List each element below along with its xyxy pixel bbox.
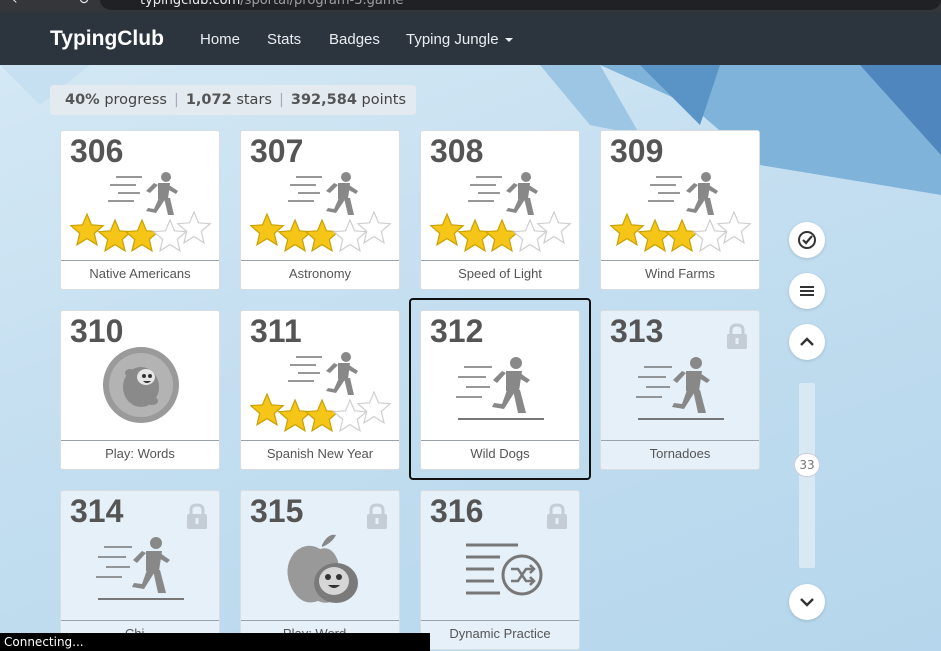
stars-label: stars bbox=[236, 92, 272, 108]
lesson-card-310[interactable]: 310 Play: Words bbox=[60, 310, 220, 470]
menu-button[interactable] bbox=[789, 273, 825, 309]
stats-summary: 40% progress | 1,072 stars | 392,584 points bbox=[50, 85, 416, 115]
browser-toolbar: ‹ ↻ typingclub.com/sportal/program-3.gam… bbox=[0, 0, 941, 12]
lesson-number: 309 bbox=[610, 133, 664, 169]
lock-icon bbox=[726, 323, 748, 353]
star-filled-icon bbox=[664, 218, 700, 253]
chevron-up-icon bbox=[800, 337, 814, 346]
lesson-number: 315 bbox=[250, 493, 304, 529]
back-icon[interactable]: ‹ bbox=[12, 0, 18, 8]
star-filled-icon bbox=[457, 218, 493, 253]
lesson-number: 313 bbox=[610, 313, 664, 349]
lesson-card-308[interactable]: 308 Speed of Light bbox=[420, 130, 580, 290]
progress-value: 40% bbox=[65, 92, 100, 108]
brand-logo[interactable]: TypingClub bbox=[50, 27, 164, 51]
lesson-title: Native Americans bbox=[61, 260, 219, 289]
check-circle-icon bbox=[798, 231, 816, 249]
lesson-title: Spanish New Year bbox=[241, 440, 399, 469]
star-empty-icon bbox=[536, 211, 572, 245]
star-filled-icon bbox=[304, 398, 340, 433]
lesson-number: 308 bbox=[430, 133, 484, 169]
lesson-card-309[interactable]: 309 Wind Farms bbox=[600, 130, 760, 290]
star-filled-icon bbox=[277, 398, 313, 433]
nav-badges[interactable]: Badges bbox=[329, 31, 380, 48]
runner-icon bbox=[636, 347, 726, 431]
star-filled-icon bbox=[250, 392, 285, 427]
scroll-down-button[interactable] bbox=[789, 584, 825, 620]
lesson-card-316[interactable]: 316 Dynamic Practice bbox=[420, 490, 580, 650]
game-bubble-icon bbox=[96, 343, 186, 437]
star-filled-icon bbox=[430, 212, 465, 247]
star-filled-icon bbox=[70, 212, 105, 247]
nav-typing-jungle-label: Typing Jungle bbox=[406, 31, 499, 48]
star-filled-icon bbox=[610, 212, 645, 247]
nav-stats[interactable]: Stats bbox=[267, 31, 301, 48]
star-filled-icon bbox=[637, 218, 673, 253]
caret-down-icon bbox=[504, 38, 513, 43]
lesson-title: Play: Words bbox=[61, 440, 219, 469]
top-navbar: TypingClub Home Stats Badges Typing Jung… bbox=[0, 12, 941, 65]
stars-value: 1,072 bbox=[185, 92, 232, 108]
lesson-number: 311 bbox=[250, 313, 302, 349]
hamburger-icon bbox=[800, 286, 814, 296]
reload-icon[interactable]: ↻ bbox=[78, 0, 90, 8]
star-filled-icon bbox=[304, 218, 340, 253]
star-empty-icon bbox=[176, 211, 212, 245]
lesson-title: Tornadoes bbox=[601, 440, 759, 469]
star-filled-icon bbox=[277, 218, 313, 253]
lesson-title: Dynamic Practice bbox=[421, 620, 579, 649]
star-filled-icon bbox=[250, 212, 285, 247]
scroll-up-button[interactable] bbox=[789, 324, 825, 360]
progress-label: progress bbox=[104, 92, 167, 108]
scroll-position-thumb[interactable]: 33 bbox=[794, 453, 820, 477]
lesson-title: Wind Farms bbox=[601, 260, 759, 289]
lock-icon bbox=[546, 503, 568, 533]
lesson-card-315[interactable]: 315Play: Word... bbox=[240, 490, 400, 650]
star-empty-icon bbox=[716, 211, 752, 245]
runner-icon bbox=[96, 527, 186, 611]
lesson-card-313[interactable]: 313 Tornadoes bbox=[600, 310, 760, 470]
lesson-card-311[interactable]: 311 Spanish New Year bbox=[240, 310, 400, 470]
lesson-title: Speed of Light bbox=[421, 260, 579, 289]
shuffle-icon bbox=[456, 531, 546, 615]
star-filled-icon bbox=[484, 218, 520, 253]
lesson-number: 306 bbox=[70, 133, 124, 169]
selected-lesson-frame bbox=[409, 298, 591, 480]
lesson-card-314[interactable]: 314Chi... bbox=[60, 490, 220, 650]
address-text[interactable]: typingclub.com/sportal/program-3.game bbox=[140, 0, 404, 8]
browser-status-bar: Connecting... bbox=[0, 633, 430, 651]
apple-game-icon bbox=[276, 531, 366, 615]
lesson-card-306[interactable]: 306 Native Americans bbox=[60, 130, 220, 290]
star-filled-icon bbox=[97, 218, 133, 253]
lock-icon bbox=[366, 503, 388, 533]
check-progress-button[interactable] bbox=[789, 222, 825, 258]
star-empty-icon bbox=[356, 211, 392, 245]
lesson-card-307[interactable]: 307 Astronomy bbox=[240, 130, 400, 290]
lesson-number: 307 bbox=[250, 133, 304, 169]
lesson-title: Astronomy bbox=[241, 260, 399, 289]
lesson-number: 314 bbox=[70, 493, 124, 529]
nav-home[interactable]: Home bbox=[200, 31, 240, 48]
lesson-number: 316 bbox=[430, 493, 484, 529]
chevron-down-icon bbox=[800, 598, 814, 607]
star-filled-icon bbox=[124, 218, 160, 253]
star-empty-icon bbox=[356, 391, 392, 425]
lock-icon bbox=[186, 503, 208, 533]
points-value: 392,584 bbox=[290, 92, 357, 108]
points-label: points bbox=[361, 92, 407, 108]
nav-typing-jungle[interactable]: Typing Jungle bbox=[406, 31, 513, 48]
